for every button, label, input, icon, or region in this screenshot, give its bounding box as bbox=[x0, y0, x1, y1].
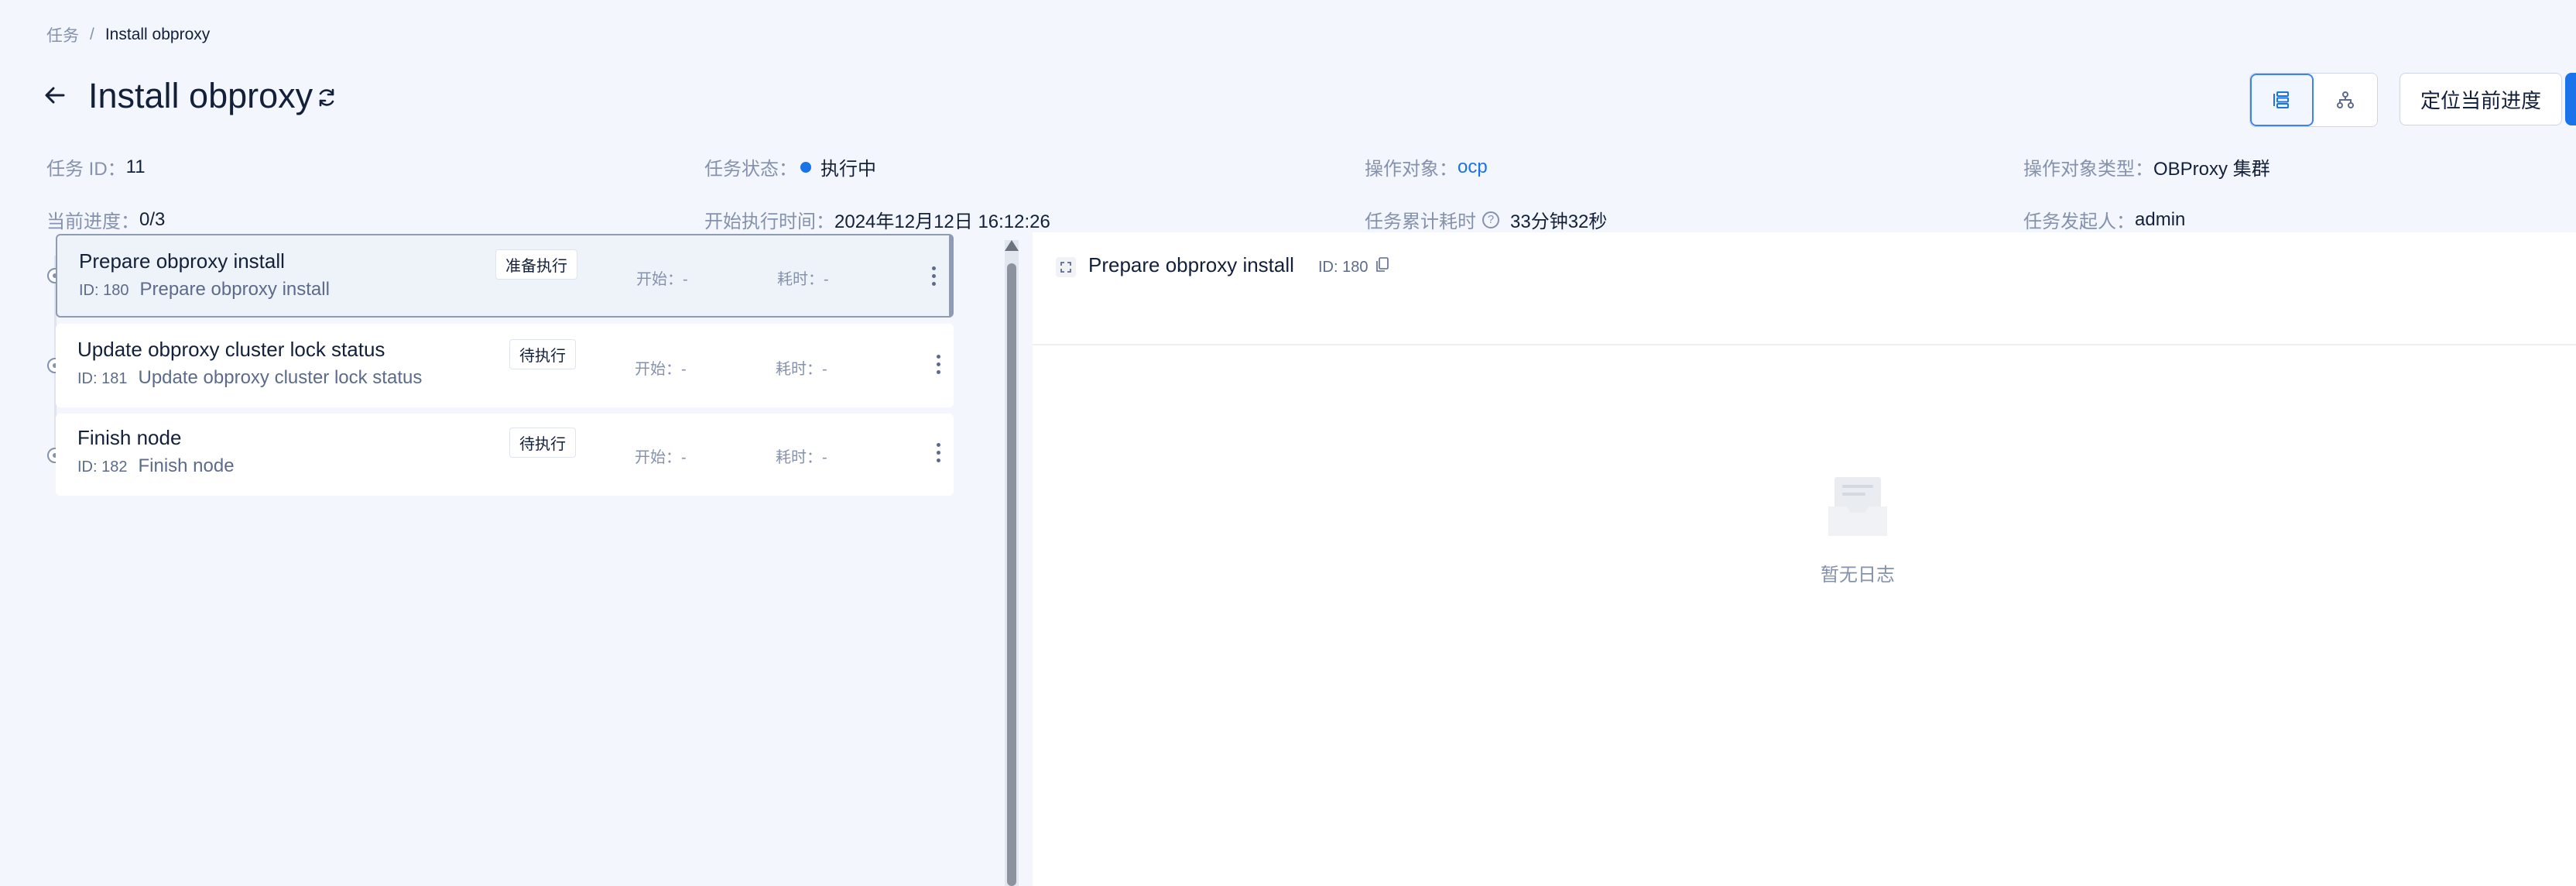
target-link[interactable]: ocp bbox=[1458, 156, 1488, 178]
log-node-id: ID: 180 bbox=[1318, 259, 1368, 276]
expand-arrows-icon bbox=[1060, 262, 1071, 273]
breadcrumb-separator: / bbox=[90, 26, 94, 43]
scrollbar-thumb[interactable] bbox=[1007, 263, 1016, 886]
empty-log-text: 暂无日志 bbox=[1821, 565, 1895, 586]
node-duration: 耗时：- bbox=[776, 449, 827, 466]
node-duration: 耗时：- bbox=[777, 271, 829, 288]
more-icon[interactable] bbox=[937, 443, 941, 462]
elapsed-time: 任务累计耗时 ? 33分钟32秒 bbox=[1365, 211, 1608, 232]
copy-icon[interactable] bbox=[1376, 257, 1389, 273]
node-start: 开始：- bbox=[635, 449, 687, 466]
refresh-icon[interactable] bbox=[316, 87, 337, 108]
status-badge: 待执行 bbox=[509, 428, 576, 458]
task-id: 任务 ID： 11 bbox=[46, 156, 146, 180]
locate-progress-button[interactable]: 定位当前进度 bbox=[2400, 73, 2563, 125]
back-arrow-icon[interactable] bbox=[43, 84, 67, 107]
node-start: 开始：- bbox=[636, 271, 688, 288]
breadcrumb-current: Install obproxy bbox=[104, 26, 211, 43]
node-id-line: ID: 181 Update obproxy cluster lock stat… bbox=[77, 367, 423, 388]
status-badge: 待执行 bbox=[509, 339, 576, 369]
node-card-180[interactable]: Prepare obproxy install ID: 180 Prepare … bbox=[56, 234, 954, 318]
page-title: Install obproxy bbox=[88, 76, 313, 115]
node-start: 开始：- bbox=[635, 361, 687, 378]
current-progress: 当前进度： 0/3 bbox=[46, 208, 166, 233]
log-header bbox=[1033, 232, 2576, 345]
list-view-button[interactable] bbox=[2250, 74, 2314, 126]
target-type: 操作对象类型： OBProxy 集群 bbox=[2023, 159, 2270, 180]
view-switch bbox=[2249, 73, 2378, 127]
status-badge: 准备执行 bbox=[495, 249, 577, 280]
breadcrumb-parent[interactable]: 任务 bbox=[46, 23, 79, 46]
expand-icon[interactable] bbox=[1056, 257, 1076, 277]
breadcrumb: 任务 / Install obproxy bbox=[46, 23, 210, 46]
status-dot bbox=[800, 161, 811, 173]
node-card-182[interactable]: Finish node ID: 182 Finish node 待执行 开始：-… bbox=[56, 414, 954, 496]
more-icon[interactable] bbox=[932, 266, 937, 286]
node-name: Finish node bbox=[77, 426, 182, 449]
node-name: Update obproxy cluster lock status bbox=[77, 338, 385, 361]
node-card-181[interactable]: Update obproxy cluster lock status ID: 1… bbox=[56, 324, 954, 407]
primary-action-button[interactable] bbox=[2565, 73, 2576, 125]
node-id-line: ID: 182 Finish node bbox=[77, 455, 235, 476]
task-initiator: 任务发起人： admin bbox=[2023, 208, 2186, 233]
empty-doc-icon bbox=[1828, 477, 1887, 536]
node-id-line: ID: 180 Prepare obproxy install bbox=[79, 279, 330, 300]
task-status: 任务状态： 执行中 bbox=[704, 159, 876, 180]
tree-view-icon bbox=[2337, 91, 2354, 108]
tree-view-button[interactable] bbox=[2314, 74, 2377, 126]
scroll-up-arrow[interactable] bbox=[1005, 240, 1019, 251]
start-time: 开始执行时间： 2024年12月12日 16:12:26 bbox=[704, 211, 1050, 232]
help-icon[interactable]: ? bbox=[1482, 211, 1499, 228]
node-duration: 耗时：- bbox=[776, 361, 827, 378]
log-title: Prepare obproxy install bbox=[1088, 253, 1294, 276]
node-name: Prepare obproxy install bbox=[79, 249, 285, 273]
list-view-icon bbox=[2273, 91, 2289, 108]
operation-target: 操作对象： ocp bbox=[1365, 156, 1488, 180]
more-icon[interactable] bbox=[937, 355, 941, 374]
